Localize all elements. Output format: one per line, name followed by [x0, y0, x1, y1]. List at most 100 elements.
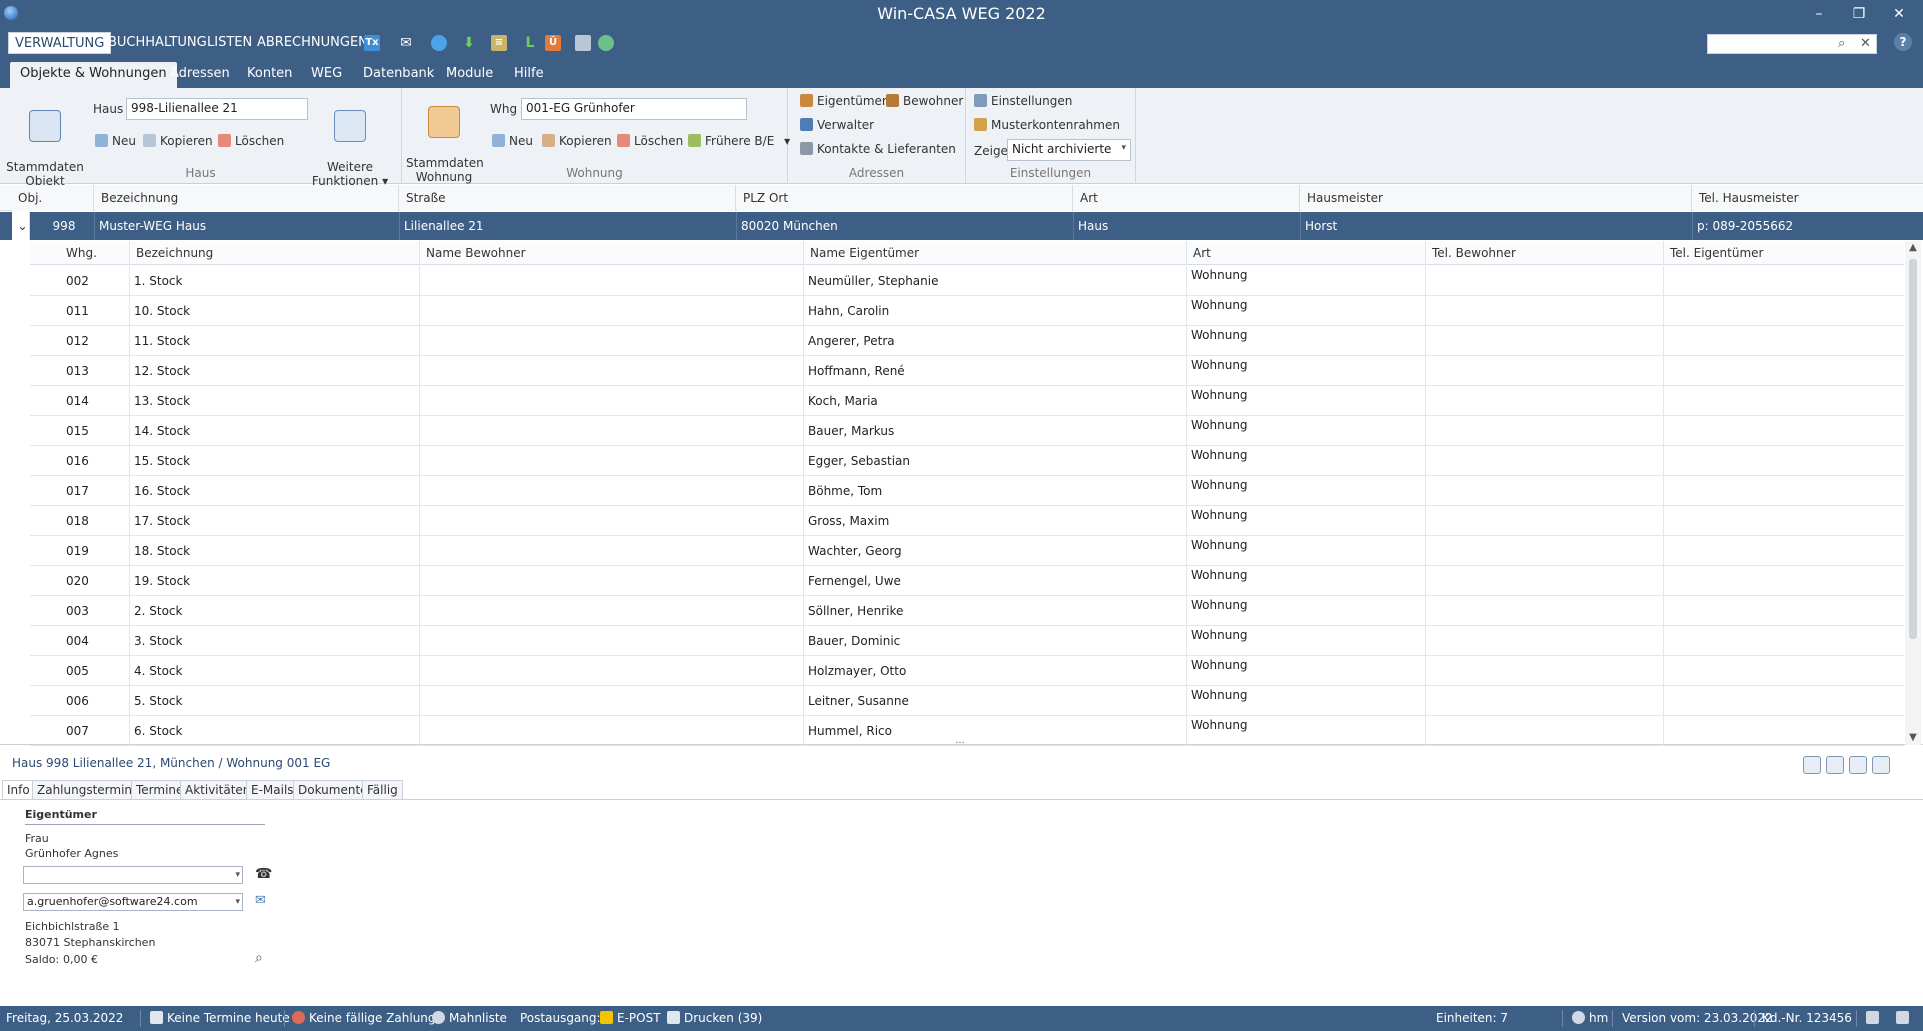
col-art[interactable]: Art	[1074, 185, 1300, 211]
vertical-scrollbar[interactable]: ▲ ▼	[1905, 241, 1921, 745]
mail-icon[interactable]: ✉	[398, 35, 414, 51]
phone-select[interactable]: ▾	[23, 866, 243, 884]
table-row[interactable]: 004 3. Stock Bauer, Dominic Wohnung	[30, 626, 1904, 656]
zeige-select[interactable]: Nicht archivierte ▾	[1007, 139, 1131, 161]
col-plz-ort[interactable]: PLZ Ort	[737, 185, 1073, 211]
copy-icon[interactable]	[575, 35, 591, 51]
table-row[interactable]: 005 4. Stock Holzmayer, Otto Wohnung	[30, 656, 1904, 686]
restore-button[interactable]: ❐	[1839, 2, 1879, 26]
eigentuemer-button[interactable]: Eigentümer	[800, 94, 887, 108]
tab-datenbank[interactable]: Datenbank	[353, 62, 444, 88]
tab-dokumente[interactable]: Dokumente	[293, 780, 373, 800]
download-icon[interactable]: ⬇	[461, 35, 477, 51]
col-name-bewohner[interactable]: Name Bewohner	[420, 241, 804, 265]
table-row[interactable]: 016 15. Stock Egger, Sebastian Wohnung	[30, 446, 1904, 476]
phone-icon[interactable]: ☎	[255, 866, 272, 882]
col-tel-hausmeister[interactable]: Tel. Hausmeister	[1693, 185, 1923, 211]
email-select[interactable]: a.gruenhofer@software24.com ▾	[23, 893, 243, 911]
status-epost[interactable]: E-POST	[600, 1006, 661, 1031]
list-icon[interactable]: ≡	[491, 35, 507, 51]
haus-neu-button[interactable]: Neu	[95, 134, 136, 148]
tx-icon[interactable]: Tx	[364, 35, 380, 51]
col-name-eigentuemer[interactable]: Name Eigentümer	[804, 241, 1187, 265]
col-hausmeister[interactable]: Hausmeister	[1301, 185, 1692, 211]
col-whg-art[interactable]: Art	[1187, 241, 1426, 265]
master-row-selected[interactable]: ⌄ 998 Muster-WEG Haus Lilienallee 21 800…	[0, 212, 1923, 240]
table-row[interactable]: 014 13. Stock Koch, Maria Wohnung	[30, 386, 1904, 416]
kontakte-lieferanten-button[interactable]: Kontakte & Lieferanten	[800, 142, 956, 156]
fruehere-be-button[interactable]: Frühere B/E ▾	[688, 134, 790, 148]
minimize-button[interactable]: –	[1799, 2, 1839, 26]
list-view-icon[interactable]	[1872, 756, 1890, 774]
bewohner-button[interactable]: Bewohner	[886, 94, 963, 108]
haus-field[interactable]: 998-Lilienallee 21	[126, 98, 308, 120]
menu-abrechnungen[interactable]: ABRECHNUNGEN	[251, 32, 374, 54]
table-row[interactable]: 002 1. Stock Neumüller, Stephanie Wohnung	[30, 266, 1904, 296]
tab-info[interactable]: Info	[2, 780, 35, 800]
tag-icon[interactable]	[431, 35, 447, 51]
table-row[interactable]: 018 17. Stock Gross, Maxim Wohnung	[30, 506, 1904, 536]
whg-field[interactable]: 001-EG Grünhofer	[521, 98, 747, 120]
scroll-thumb[interactable]	[1909, 259, 1917, 639]
status-drucken[interactable]: Drucken (39)	[667, 1006, 762, 1031]
haus-kopieren-button[interactable]: Kopieren	[143, 134, 213, 148]
tab-adressen[interactable]: Adressen	[160, 62, 240, 88]
status-mahnliste[interactable]: Mahnliste	[432, 1006, 507, 1031]
table-row[interactable]: 015 14. Stock Bauer, Markus Wohnung	[30, 416, 1904, 446]
col-whg[interactable]: Whg.	[30, 241, 130, 265]
scroll-up-icon[interactable]: ▲	[1905, 241, 1921, 255]
whg-kopieren-button[interactable]: Kopieren	[542, 134, 612, 148]
einstellungen-button[interactable]: Einstellungen	[974, 94, 1072, 108]
send-mail-icon[interactable]: ✉	[255, 893, 266, 908]
musterkontenrahmen-button[interactable]: Musterkontenrahmen	[974, 118, 1120, 132]
status-termine[interactable]: Keine Termine heute	[150, 1006, 290, 1031]
table-row[interactable]: 012 11. Stock Angerer, Petra Wohnung	[30, 326, 1904, 356]
col-strasse[interactable]: Straße	[400, 185, 736, 211]
whg-neu-button[interactable]: Neu	[492, 134, 533, 148]
col-bezeichnung[interactable]: Bezeichnung	[95, 185, 399, 211]
search-icon[interactable]: ⌕	[255, 950, 263, 966]
status-layout-icon[interactable]	[1896, 1006, 1913, 1031]
table-row[interactable]: 020 19. Stock Fernengel, Uwe Wohnung	[30, 566, 1904, 596]
menu-verwaltung[interactable]: VERWALTUNG	[8, 32, 112, 54]
tab-weg[interactable]: WEG	[301, 62, 352, 88]
home-icon[interactable]	[1826, 756, 1844, 774]
tab-hilfe[interactable]: Hilfe	[504, 62, 554, 88]
haus-loeschen-button[interactable]: Löschen	[218, 134, 284, 148]
table-row[interactable]: 019 18. Stock Wachter, Georg Wohnung	[30, 536, 1904, 566]
close-button[interactable]: ✕	[1879, 2, 1919, 26]
help-icon[interactable]: ?	[1894, 33, 1912, 51]
tab-module[interactable]: Module	[436, 62, 503, 88]
expand-chevron-icon[interactable]: ⌄	[12, 212, 30, 240]
tab-konten[interactable]: Konten	[237, 62, 302, 88]
col-whg-bezeichnung[interactable]: Bezeichnung	[130, 241, 420, 265]
tab-zahlungstermine[interactable]: Zahlungstermine	[32, 780, 145, 800]
search-icon[interactable]: ⌕	[1838, 36, 1845, 51]
print-icon[interactable]	[1849, 756, 1867, 774]
tab-e-mails[interactable]: E-Mails	[246, 780, 299, 800]
verwalter-button[interactable]: Verwalter	[800, 118, 874, 132]
status-zahlung[interactable]: Keine fällige Zahlung	[292, 1006, 436, 1031]
status-connection-icon[interactable]	[1866, 1006, 1883, 1031]
refresh-icon[interactable]	[598, 35, 614, 51]
tab-aktivitaeten[interactable]: Aktivitäten	[180, 780, 256, 800]
house-nav-icon[interactable]	[1803, 756, 1821, 774]
col-obj[interactable]: Obj.	[12, 185, 94, 211]
table-row[interactable]: 003 2. Stock Söllner, Henrike Wohnung	[30, 596, 1904, 626]
col-tel-bewohner[interactable]: Tel. Bewohner	[1426, 241, 1664, 265]
tab-faellig[interactable]: Fällig	[362, 780, 403, 800]
u-icon[interactable]: Ü	[545, 35, 561, 51]
table-row[interactable]: 017 16. Stock Böhme, Tom Wohnung	[30, 476, 1904, 506]
clear-icon[interactable]: ✕	[1860, 36, 1871, 51]
table-row[interactable]: 013 12. Stock Hoffmann, René Wohnung	[30, 356, 1904, 386]
scroll-down-icon[interactable]: ▼	[1905, 731, 1921, 745]
menu-buchhaltung[interactable]: BUCHHALTUNG	[102, 32, 213, 54]
menu-listen[interactable]: LISTEN	[201, 32, 258, 54]
search-input[interactable]: ⌕ ✕	[1707, 34, 1877, 54]
tab-objekte-wohnungen[interactable]: Objekte & Wohnungen	[10, 62, 177, 88]
table-row[interactable]: 006 5. Stock Leitner, Susanne Wohnung	[30, 686, 1904, 716]
l-icon[interactable]: L	[522, 35, 538, 51]
whg-loeschen-button[interactable]: Löschen	[617, 134, 683, 148]
col-tel-eigentuemer[interactable]: Tel. Eigentümer	[1664, 241, 1904, 265]
table-row[interactable]: 011 10. Stock Hahn, Carolin Wohnung	[30, 296, 1904, 326]
